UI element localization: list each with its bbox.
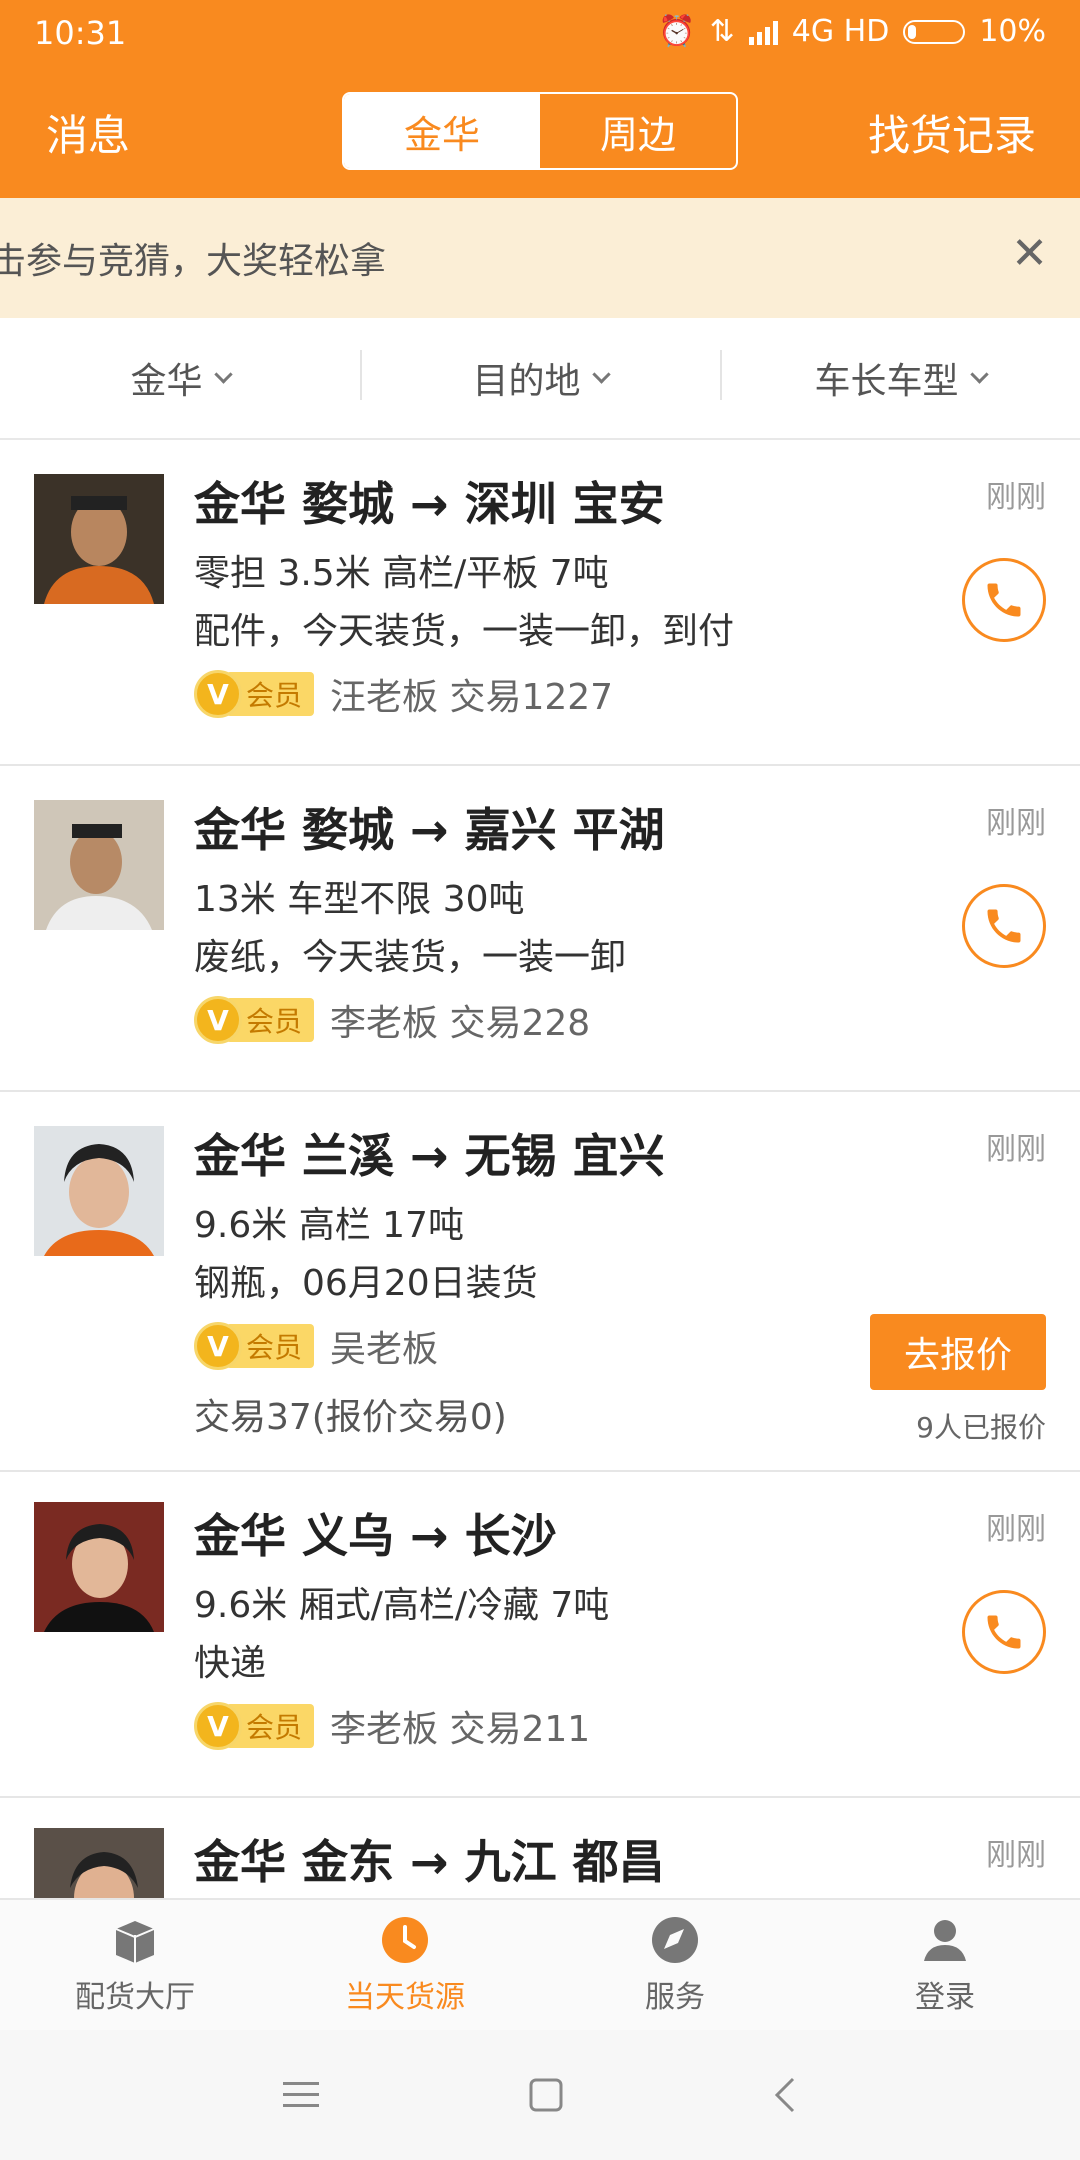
owner-info: 李老板 交易211	[330, 1709, 591, 1750]
alarm-icon: ⏰	[658, 14, 696, 49]
vip-medal-icon: V	[194, 1702, 242, 1750]
tab-nearby[interactable]: 周边	[540, 94, 736, 168]
trade-count: 交易37(报价交易0)	[194, 1397, 507, 1438]
vip-medal-icon: V	[194, 1322, 242, 1370]
system-nav-bar	[0, 2030, 1080, 2160]
tab-service[interactable]: 服务	[540, 1900, 810, 2030]
cargo-list[interactable]: 金华 婺城 → 深圳 宝安 零担 3.5米 高栏/平板 7吨 配件，今天装货，一…	[0, 440, 1080, 1898]
tab-login[interactable]: 登录	[810, 1900, 1080, 2030]
posted-time: 刚刚	[986, 1132, 1046, 1167]
tab-label: 配货大厅	[75, 1980, 195, 2015]
avatar	[34, 1502, 164, 1632]
avatar	[34, 474, 164, 604]
posted-time: 刚刚	[986, 1512, 1046, 1547]
vip-badge: V 会员 吴老板	[194, 1320, 438, 1372]
tab-today-cargo[interactable]: 当天货源	[270, 1900, 540, 2030]
cargo-detail: 快递	[194, 1643, 267, 1684]
filter-origin[interactable]: 金华	[0, 318, 360, 438]
vip-badge: V 会员 汪老板 交易1227	[194, 668, 613, 720]
filter-destination[interactable]: 目的地	[360, 318, 720, 438]
tab-jinhua[interactable]: 金华	[344, 94, 540, 168]
data-transfer-icon: ⇅	[709, 14, 735, 49]
phone-call-button[interactable]	[962, 884, 1046, 968]
search-history-link[interactable]: 找货记录	[868, 102, 1036, 163]
phone-icon	[987, 909, 1021, 943]
network-type: 4G HD	[791, 14, 890, 49]
status-icons: ⏰ ⇅ 4G HD 10%	[658, 14, 1046, 49]
route-title: 金华 婺城 → 深圳 宝安	[194, 477, 665, 531]
signal-icon	[748, 19, 778, 45]
posted-time: 刚刚	[986, 1838, 1046, 1873]
posted-time: 刚刚	[986, 806, 1046, 841]
battery-level: 10%	[979, 14, 1046, 49]
status-bar: 10:31 ⏰ ⇅ 4G HD 10%	[0, 0, 1080, 66]
avatar	[34, 1828, 164, 1898]
cargo-spec: 9.6米 厢式/高栏/冷藏 7吨	[194, 1585, 610, 1626]
filter-bar: 金华 目的地 车长车型	[0, 318, 1080, 440]
back-icon[interactable]	[773, 2077, 797, 2113]
owner-info: 汪老板 交易1227	[330, 677, 614, 718]
bottom-tab-bar: 配货大厅 当天货源 服务 登录	[0, 1898, 1080, 2030]
phone-call-button[interactable]	[962, 558, 1046, 642]
compass-icon	[649, 1914, 701, 1966]
cargo-detail: 废纸，今天装货，一装一卸	[194, 937, 627, 978]
notice-banner[interactable]: 击参与竞猜，大奖轻松拿 ✕	[0, 198, 1080, 318]
tab-label: 服务	[645, 1980, 705, 2015]
filter-vehicle-label: 车长车型	[814, 361, 959, 402]
list-item[interactable]: 金华 婺城 → 深圳 宝安 零担 3.5米 高栏/平板 7吨 配件，今天装货，一…	[0, 440, 1080, 766]
avatar	[34, 800, 164, 930]
phone-call-button[interactable]	[962, 1590, 1046, 1674]
region-switch: 金华 周边	[342, 92, 738, 170]
posted-time: 刚刚	[986, 480, 1046, 515]
cargo-detail: 钢瓶，06月20日装货	[194, 1263, 538, 1304]
chevron-down-icon	[213, 364, 233, 384]
cargo-detail: 配件，今天装货，一装一卸，到付	[194, 611, 735, 652]
notice-text: 击参与竞猜，大奖轻松拿	[0, 241, 387, 282]
cargo-spec: 13米 车型不限 30吨	[194, 879, 525, 920]
owner-info: 吴老板	[330, 1329, 439, 1370]
route-title: 金华 兰溪 → 无锡 宜兴	[194, 1129, 665, 1183]
quote-button[interactable]: 去报价	[870, 1314, 1046, 1390]
vip-medal-icon: V	[194, 996, 242, 1044]
home-icon[interactable]	[529, 2078, 563, 2112]
messages-link[interactable]: 消息	[46, 102, 130, 163]
owner-info: 李老板 交易228	[330, 1003, 591, 1044]
cargo-spec: 9.6米 高栏 17吨	[194, 1205, 464, 1246]
top-bar: 10:31 ⏰ ⇅ 4G HD 10% 消息 金华 周边 找货记录	[0, 0, 1080, 198]
filter-destination-label: 目的地	[472, 361, 581, 402]
quoted-count: 9人已报价	[916, 1411, 1046, 1444]
tab-dispatch-hall[interactable]: 配货大厅	[0, 1900, 270, 2030]
package-icon	[109, 1914, 161, 1966]
close-icon[interactable]: ✕	[1011, 228, 1048, 279]
user-icon	[919, 1914, 971, 1966]
cargo-spec: 零担 3.5米 高栏/平板 7吨	[194, 553, 609, 594]
list-item[interactable]: 金华 婺城 → 嘉兴 平湖 13米 车型不限 30吨 废纸，今天装货，一装一卸 …	[0, 766, 1080, 1092]
vip-badge: V 会员 李老板 交易211	[194, 1700, 590, 1752]
tab-label: 当天货源	[345, 1980, 465, 2015]
list-item[interactable]: 金华 义乌 → 长沙 9.6米 厢式/高栏/冷藏 7吨 快递 V 会员 李老板 …	[0, 1472, 1080, 1798]
phone-icon	[987, 1615, 1021, 1649]
route-title: 金华 义乌 → 长沙	[194, 1509, 557, 1563]
tab-label: 登录	[915, 1980, 975, 2015]
status-time: 10:31	[34, 14, 127, 52]
route-title: 金华 金东 → 九江 都昌	[194, 1835, 665, 1889]
chevron-down-icon	[969, 364, 989, 384]
list-item[interactable]: 金华 金东 → 九江 都昌 刚刚	[0, 1798, 1080, 1898]
phone-icon	[987, 583, 1021, 617]
avatar	[34, 1126, 164, 1256]
menu-icon[interactable]	[283, 2080, 319, 2110]
vip-medal-icon: V	[194, 670, 242, 718]
route-title: 金华 婺城 → 嘉兴 平湖	[194, 803, 665, 857]
clock-icon	[379, 1914, 431, 1966]
list-item[interactable]: 金华 兰溪 → 无锡 宜兴 9.6米 高栏 17吨 钢瓶，06月20日装货 V …	[0, 1092, 1080, 1472]
chevron-down-icon	[591, 364, 611, 384]
filter-origin-label: 金华	[130, 361, 203, 402]
filter-vehicle[interactable]: 车长车型	[720, 318, 1080, 438]
battery-icon	[903, 19, 966, 44]
vip-badge: V 会员 李老板 交易228	[194, 994, 590, 1046]
header: 消息 金华 周边 找货记录	[0, 90, 1080, 170]
